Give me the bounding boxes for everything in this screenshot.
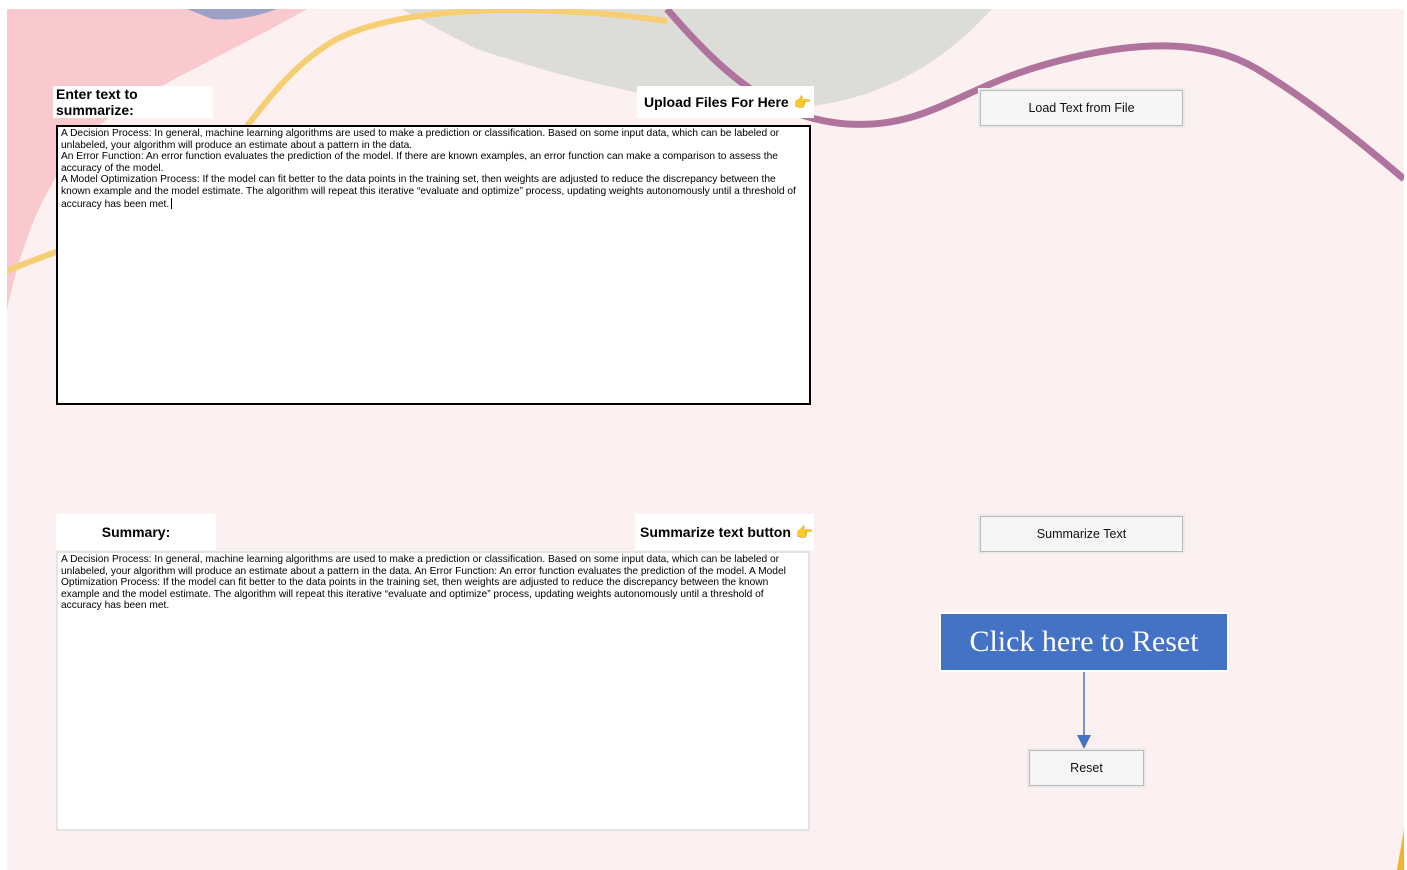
summarize-button-label: Summarize Text <box>1036 527 1127 541</box>
app-canvas: Enter text to summarize: Upload Files Fo… <box>7 9 1404 870</box>
input-label: Enter text to summarize: <box>53 86 213 118</box>
summary-label-text: Summary: <box>101 524 171 540</box>
summary-textarea[interactable]: A Decision Process: In general, machine … <box>56 551 810 831</box>
callout-arrow <box>1077 672 1091 749</box>
summary-label: Summary: <box>56 514 216 550</box>
upload-hint-text: Upload Files For Here <box>644 94 789 110</box>
text-caret <box>171 197 173 209</box>
input-text-line: An Error Function: An error function eva… <box>61 151 778 174</box>
summarize-hint-text: Summarize text button <box>640 524 791 540</box>
reset-button[interactable]: Reset <box>1029 750 1144 786</box>
bg-yellow-corner <box>1397 829 1404 870</box>
reset-button-label: Reset <box>1070 761 1103 775</box>
input-text-line: A Model Optimization Process: If the mod… <box>61 174 796 210</box>
load-file-button[interactable]: Load Text from File <box>980 90 1183 126</box>
load-file-button-label: Load Text from File <box>1028 101 1135 115</box>
input-text-line: A Decision Process: In general, machine … <box>61 128 780 151</box>
pointing-right-icon: 👉 <box>793 93 812 110</box>
summarize-hint: Summarize text button 👉 <box>635 514 814 550</box>
upload-hint: Upload Files For Here 👉 <box>637 86 814 118</box>
reset-callout-text: Click here to Reset <box>969 625 1199 658</box>
pointing-right-icon: 👉 <box>795 523 814 540</box>
summary-text: A Decision Process: In general, machine … <box>61 554 786 612</box>
input-label-text: Enter text to summarize: <box>56 86 138 118</box>
reset-callout: Click here to Reset <box>939 612 1229 672</box>
input-textarea[interactable]: A Decision Process: In general, machine … <box>56 125 811 405</box>
summarize-button[interactable]: Summarize Text <box>980 516 1183 552</box>
